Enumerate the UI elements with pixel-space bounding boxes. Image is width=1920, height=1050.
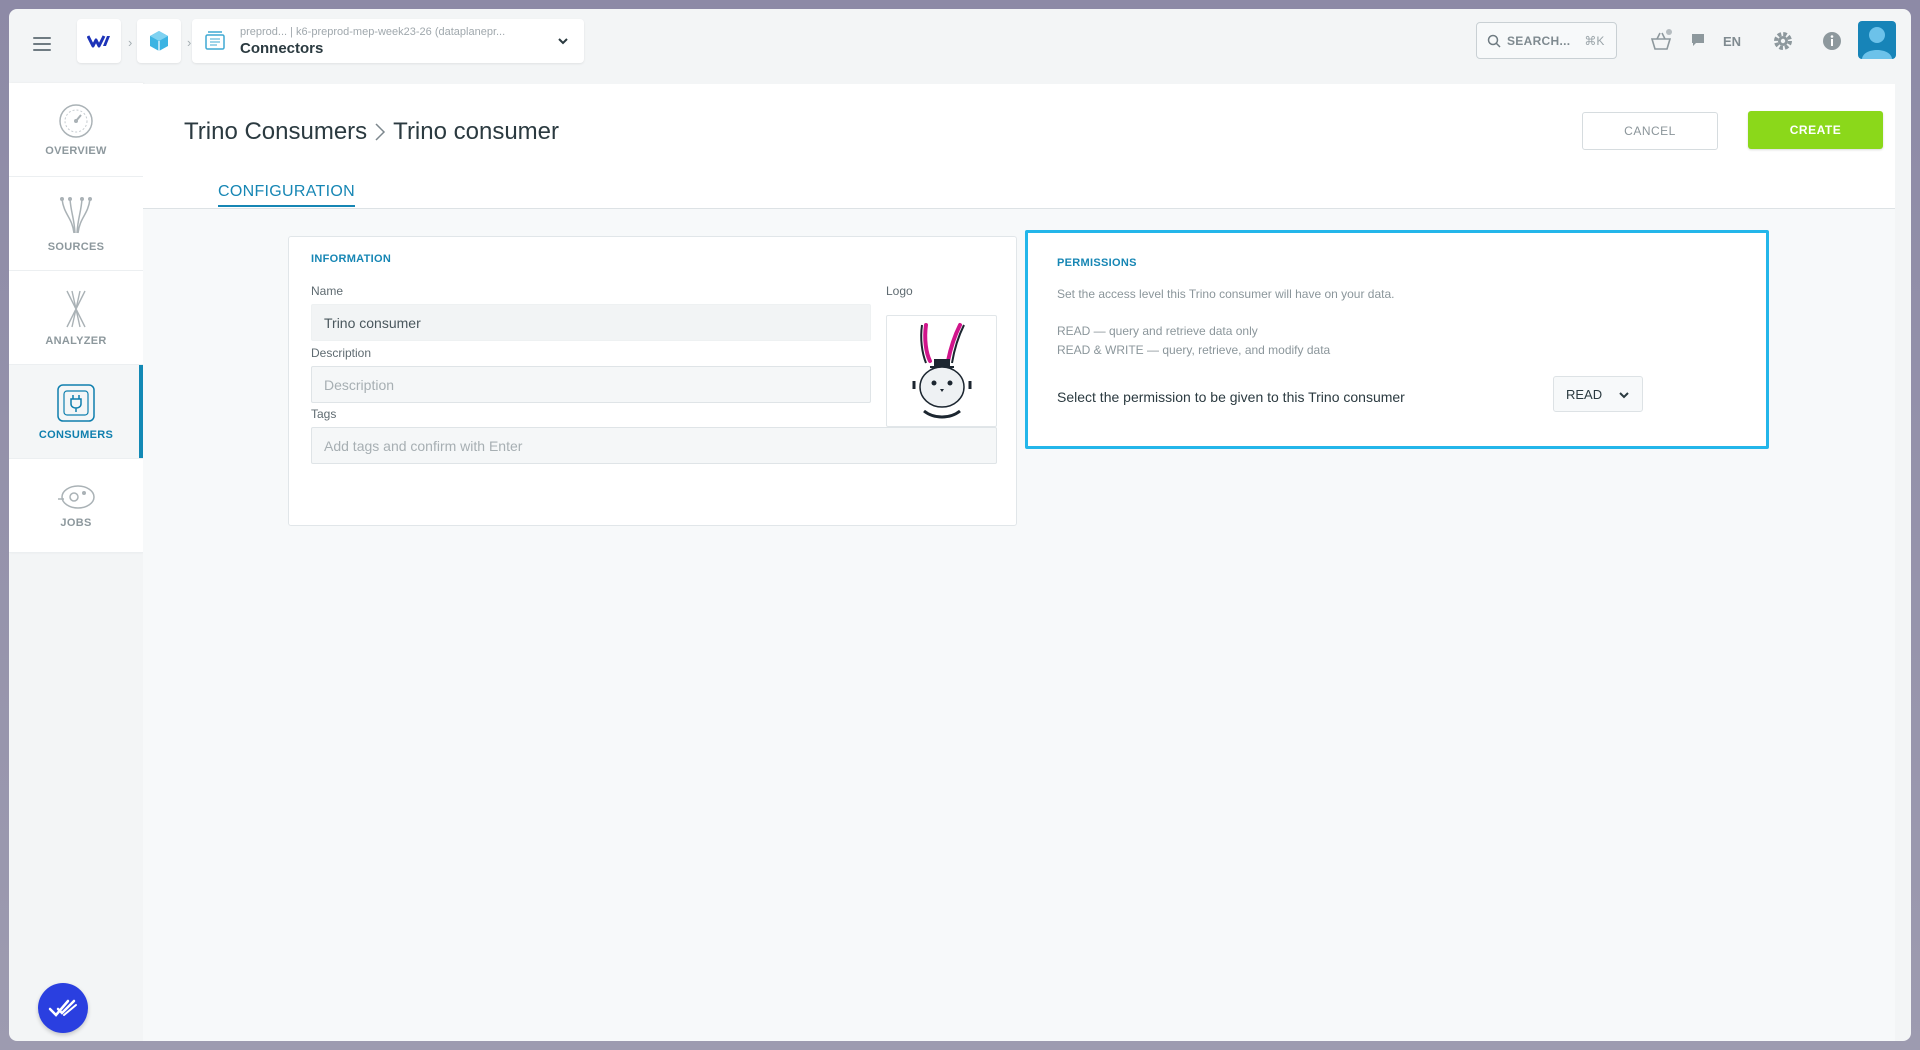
breadcrumb: Trino Consumers Trino consumer xyxy=(184,118,559,146)
permissions-card: PERMISSIONS Set the access level this Tr… xyxy=(1025,230,1769,449)
permission-select[interactable]: READ xyxy=(1553,376,1643,412)
jobs-icon xyxy=(58,484,95,509)
cancel-button[interactable]: CANCEL xyxy=(1582,112,1718,150)
home-logo-button[interactable] xyxy=(77,19,121,63)
breadcrumb-separator-icon: › xyxy=(187,35,192,50)
chevron-right-icon xyxy=(375,123,386,141)
app-window: › › preprod... | k6-preprod-mep-week23-2… xyxy=(9,9,1911,1041)
cube-icon xyxy=(150,31,168,51)
brand-logo-icon xyxy=(87,35,110,48)
page-title: Trino consumer xyxy=(393,118,560,145)
breadcrumb-separator-icon: › xyxy=(128,35,133,50)
project-name: Connectors xyxy=(240,39,324,57)
tags-input[interactable]: Add tags and confirm with Enter xyxy=(311,427,997,464)
sidebar-item-jobs[interactable]: JOBS xyxy=(9,459,143,553)
language-selector[interactable]: EN xyxy=(1723,34,1741,49)
permissions-card-body: PERMISSIONS Set the access level this Tr… xyxy=(1033,238,1761,441)
top-bar: › › preprod... | k6-preprod-mep-week23-2… xyxy=(9,9,1911,81)
analyzer-icon xyxy=(66,290,86,327)
name-label: Name xyxy=(311,284,344,298)
sidebar-item-overview[interactable]: OVERVIEW xyxy=(9,83,143,177)
sidebar-item-label: JOBS xyxy=(60,516,92,529)
page-header: Trino Consumers Trino consumer CANCEL CR… xyxy=(143,84,1895,209)
permission-read-desc: READ — query and retrieve data only xyxy=(1057,324,1258,338)
logo-label: Logo xyxy=(886,284,913,298)
tags-label: Tags xyxy=(311,407,337,421)
chevron-down-icon xyxy=(1619,392,1629,399)
project-box-icon xyxy=(205,31,225,50)
logo-picker[interactable] xyxy=(886,315,997,427)
global-search-input[interactable]: SEARCH... ⌘K xyxy=(1476,22,1617,59)
sidebar-item-sources[interactable]: SOURCES xyxy=(9,177,143,271)
gear-icon[interactable] xyxy=(1772,30,1794,52)
project-selector[interactable]: preprod... | k6-preprod-mep-week23-26 (d… xyxy=(192,19,584,63)
user-avatar[interactable] xyxy=(1858,21,1896,59)
description-input[interactable]: Description xyxy=(311,366,871,403)
create-button[interactable]: CREATE xyxy=(1748,111,1883,149)
search-label: SEARCH... xyxy=(1507,33,1571,48)
name-input[interactable]: Trino consumer xyxy=(311,304,871,341)
sidebar-item-label: OVERVIEW xyxy=(45,144,107,157)
search-shortcut: ⌘K xyxy=(1584,33,1605,48)
consumers-plug-icon xyxy=(57,383,95,422)
sidebar-item-label: SOURCES xyxy=(47,240,105,253)
help-chat-button[interactable] xyxy=(38,983,88,1033)
sidebar-item-label: ANALYZER xyxy=(45,334,107,347)
chat-icon[interactable] xyxy=(1690,32,1706,48)
sidebar-item-label: CONSUMERS xyxy=(38,428,114,441)
permission-selected-value: READ xyxy=(1566,386,1603,402)
hamburger-menu-icon[interactable] xyxy=(33,37,51,51)
information-card: INFORMATION Name Trino consumer Logo Des… xyxy=(288,236,1017,526)
basket-icon[interactable] xyxy=(1649,29,1673,51)
workspace-button[interactable] xyxy=(137,19,181,63)
search-icon xyxy=(1487,34,1501,48)
permissions-title: PERMISSIONS xyxy=(1057,257,1137,269)
permission-readwrite-desc: READ & WRITE — query, retrieve, and modi… xyxy=(1057,343,1331,357)
sidebar-item-consumers[interactable]: CONSUMERS xyxy=(9,365,143,459)
permission-select-label: Select the permission to be given to thi… xyxy=(1057,389,1405,405)
breadcrumb-parent[interactable]: Trino Consumers xyxy=(184,118,367,146)
double-check-icon xyxy=(48,999,77,1017)
permissions-intro: Set the access level this Trino consumer… xyxy=(1057,287,1395,301)
project-path: preprod... | k6-preprod-mep-week23-26 (d… xyxy=(240,25,506,38)
tab-configuration[interactable]: CONFIGURATION xyxy=(218,183,355,207)
sources-icon xyxy=(60,196,92,233)
chevron-down-icon xyxy=(558,38,568,45)
information-title: INFORMATION xyxy=(311,253,392,265)
sidebar: OVERVIEW SOURCES ANALYZER CONSUMERS JOBS xyxy=(9,83,143,553)
sidebar-item-analyzer[interactable]: ANALYZER xyxy=(9,271,143,365)
gauge-icon xyxy=(59,103,93,138)
description-label: Description xyxy=(311,346,372,360)
info-icon[interactable] xyxy=(1822,31,1842,51)
bunny-logo-icon xyxy=(912,323,971,419)
main-content: Trino Consumers Trino consumer CANCEL CR… xyxy=(143,84,1895,1041)
user-silhouette-icon xyxy=(1862,27,1892,59)
